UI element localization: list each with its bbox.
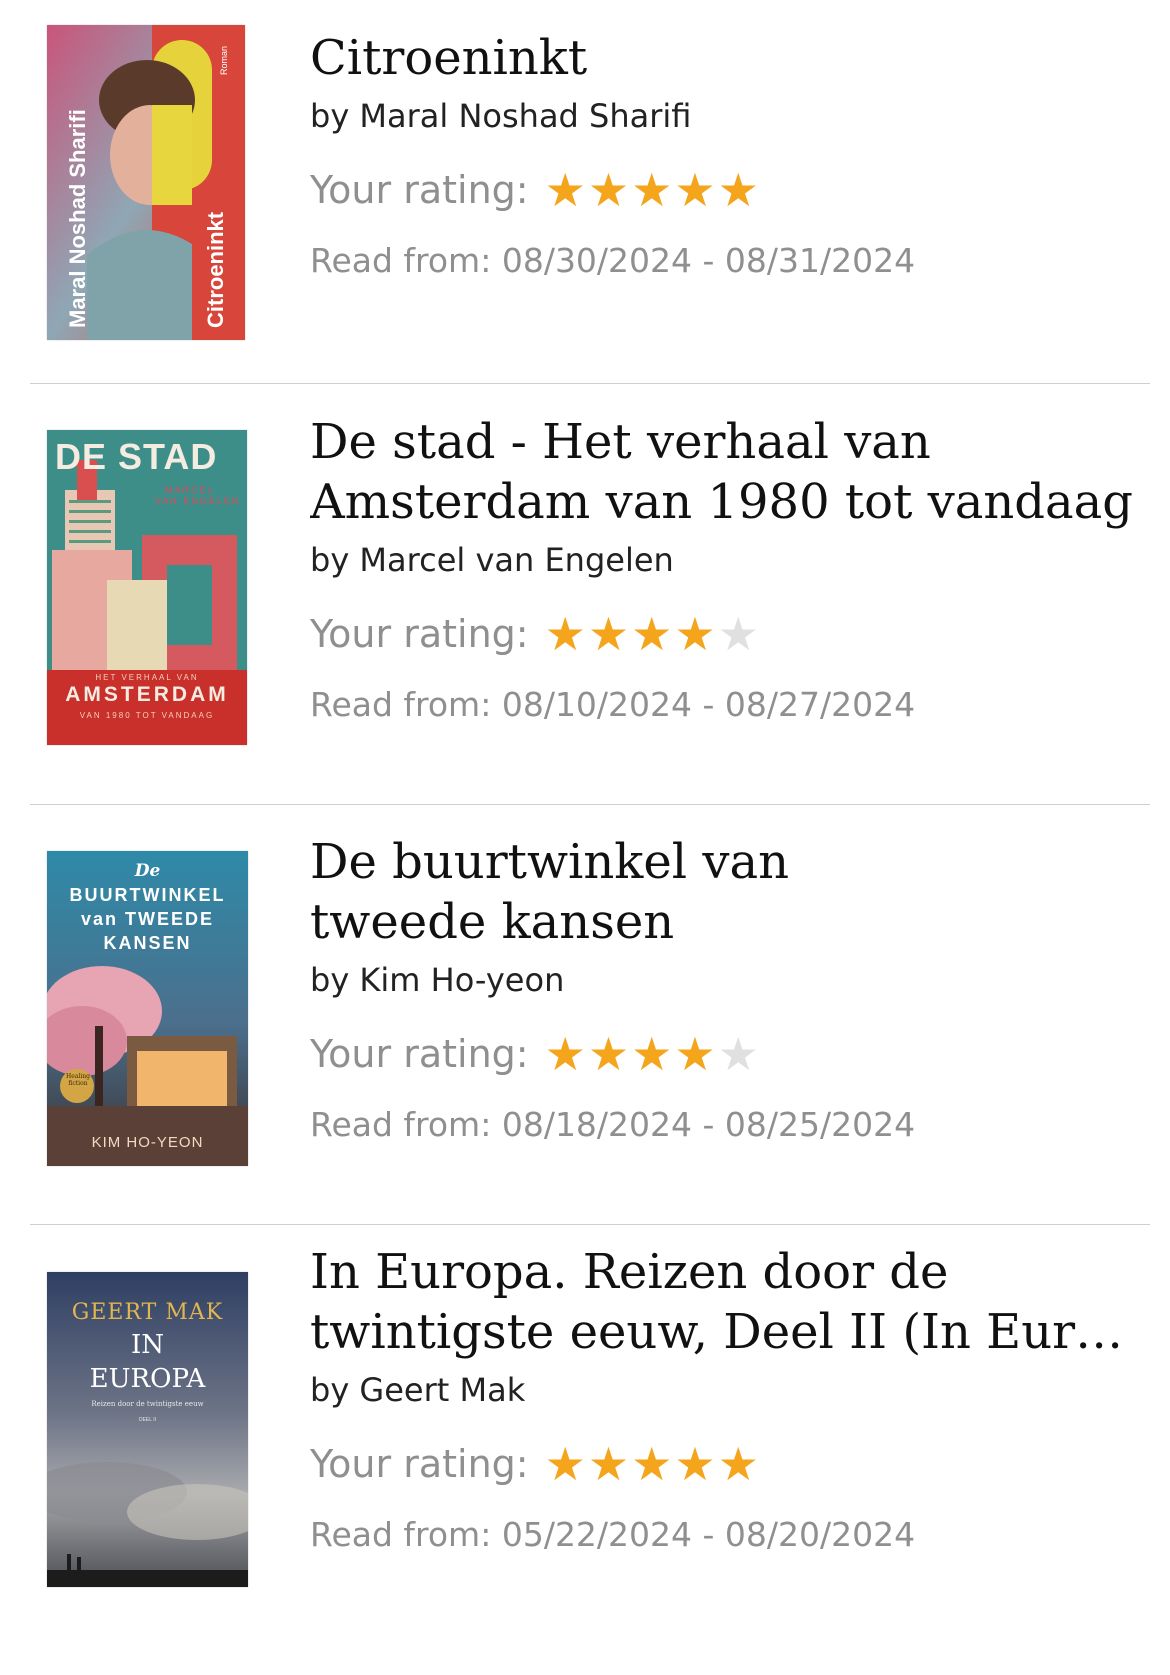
cover-sub2: VAN 1980 TOT VANDAAG: [79, 711, 215, 720]
read-from-dates: 08/30/2024 - 08/31/2024: [501, 241, 916, 280]
divider: [30, 804, 1150, 805]
cover-line3: van TWEEDE: [80, 909, 215, 929]
cover-author-line2: VAN ENGELEN: [155, 496, 241, 506]
list-item[interactable]: GEERT MAK IN EUROPA Reizen door de twint…: [0, 1226, 1170, 1675]
read-from-dates: 08/18/2024 - 08/25/2024: [501, 1105, 916, 1144]
book-info: Citroeninkt by Maral Noshad Sharifi Your…: [310, 28, 1140, 282]
star-rating[interactable]: ★ ★ ★ ★ ★: [545, 1031, 761, 1077]
cover-author-text: Maral Noshad Sharifi: [65, 109, 90, 328]
book-title-line: Amsterdam van 1980 tot vandaag: [310, 474, 1133, 530]
cover-title-text: DE STAD: [55, 436, 218, 477]
rating-label: Your rating:: [310, 1442, 529, 1486]
star-rating[interactable]: ★ ★ ★ ★ ★: [545, 611, 761, 657]
cover-subtitle: Reizen door de twintigste eeuw: [91, 1400, 204, 1408]
book-cover[interactable]: DE STAD MARCEL VAN ENGELEN HET VERHAAL V…: [47, 430, 247, 745]
cover-line2: BUURTWINKEL: [69, 885, 226, 905]
book-info: De stad - Het verhaal van Amsterdam van …: [310, 412, 1140, 726]
book-title[interactable]: De buurtwinkel van tweede kansen: [310, 832, 1140, 952]
cover-tag-text: Roman: [219, 45, 229, 75]
book-title-line: In Europa. Reizen door de: [310, 1244, 949, 1300]
cover-city: AMSTERDAM: [65, 683, 229, 706]
star-filled-icon[interactable]: ★: [545, 1031, 586, 1077]
read-from-dates: 08/10/2024 - 08/27/2024: [501, 685, 916, 724]
star-filled-icon[interactable]: ★: [631, 1031, 672, 1077]
cover-title-text: Citroeninkt: [203, 211, 228, 328]
book-title-line: De buurtwinkel van: [310, 834, 790, 890]
list-item[interactable]: De BUURTWINKEL van TWEEDE KANSEN Healing…: [0, 806, 1170, 1226]
book-title[interactable]: Citroeninkt: [310, 28, 1140, 88]
read-from-label: Read from:: [310, 685, 492, 724]
star-filled-icon[interactable]: ★: [545, 1441, 586, 1487]
star-rating[interactable]: ★ ★ ★ ★ ★: [545, 167, 761, 213]
star-filled-icon[interactable]: ★: [588, 611, 629, 657]
rating-label: Your rating:: [310, 612, 529, 656]
cover-author-line1: MARCEL: [165, 485, 215, 495]
star-filled-icon[interactable]: ★: [545, 167, 586, 213]
book-title-line: De stad - Het verhaal van: [310, 414, 931, 470]
book-info: De buurtwinkel van tweede kansen by Kim …: [310, 832, 1140, 1146]
book-title[interactable]: In Europa. Reizen door de twintigste eeu…: [310, 1242, 1140, 1362]
star-empty-icon[interactable]: ★: [718, 1031, 759, 1077]
book-title[interactable]: De stad - Het verhaal van Amsterdam van …: [310, 412, 1140, 532]
rating-row: Your rating: ★ ★ ★ ★ ★: [310, 1030, 1140, 1078]
read-dates: Read from: 08/10/2024 - 08/27/2024: [310, 684, 1140, 726]
divider: [30, 1224, 1150, 1225]
star-filled-icon[interactable]: ★: [674, 1031, 715, 1077]
rating-row: Your rating: ★ ★ ★ ★ ★: [310, 166, 1140, 214]
star-rating[interactable]: ★ ★ ★ ★ ★: [545, 1441, 761, 1487]
cover-author-text: KIM HO-YEON: [91, 1134, 204, 1151]
book-cover[interactable]: Maral Noshad Sharifi Citroeninkt Roman: [47, 25, 245, 340]
star-empty-icon[interactable]: ★: [718, 611, 759, 657]
cover-title2: EUROPA: [89, 1364, 206, 1394]
divider: [30, 383, 1150, 384]
book-author[interactable]: by Marcel van Engelen: [310, 540, 1140, 580]
star-filled-icon[interactable]: ★: [718, 1441, 759, 1487]
cover-author-text: GEERT MAK: [71, 1300, 224, 1325]
star-filled-icon[interactable]: ★: [718, 167, 759, 213]
rating-row: Your rating: ★ ★ ★ ★ ★: [310, 1440, 1140, 1488]
star-filled-icon[interactable]: ★: [631, 167, 672, 213]
book-info: In Europa. Reizen door de twintigste eeu…: [310, 1242, 1140, 1556]
cover-title1: IN: [130, 1330, 165, 1360]
read-from-dates: 05/22/2024 - 08/20/2024: [501, 1515, 916, 1554]
star-filled-icon[interactable]: ★: [674, 167, 715, 213]
book-author[interactable]: by Geert Mak: [310, 1370, 1140, 1410]
read-from-label: Read from:: [310, 1515, 492, 1554]
star-filled-icon[interactable]: ★: [631, 611, 672, 657]
book-title-line: twintigste eeuw, Deel II (In Euro…: [310, 1304, 1140, 1360]
book-title-line: tweede kansen: [310, 894, 675, 950]
cover-volume: DEEL II: [138, 1417, 157, 1423]
book-author[interactable]: by Kim Ho-yeon: [310, 960, 1140, 1000]
list-item[interactable]: DE STAD MARCEL VAN ENGELEN HET VERHAAL V…: [0, 385, 1170, 805]
rating-row: Your rating: ★ ★ ★ ★ ★: [310, 610, 1140, 658]
read-from-label: Read from:: [310, 241, 492, 280]
cover-line1: De: [134, 861, 161, 881]
star-filled-icon[interactable]: ★: [545, 611, 586, 657]
read-dates: Read from: 08/18/2024 - 08/25/2024: [310, 1104, 1140, 1146]
star-filled-icon[interactable]: ★: [674, 1441, 715, 1487]
read-dates: Read from: 08/30/2024 - 08/31/2024: [310, 240, 1140, 282]
rating-label: Your rating:: [310, 1032, 529, 1076]
cover-badge: Healing fiction: [66, 1073, 90, 1087]
star-filled-icon[interactable]: ★: [631, 1441, 672, 1487]
list-item[interactable]: Maral Noshad Sharifi Citroeninkt Roman C…: [0, 0, 1170, 385]
read-from-label: Read from:: [310, 1105, 492, 1144]
book-cover[interactable]: De BUURTWINKEL van TWEEDE KANSEN Healing…: [47, 851, 248, 1166]
star-filled-icon[interactable]: ★: [674, 611, 715, 657]
star-filled-icon[interactable]: ★: [588, 167, 629, 213]
book-cover[interactable]: GEERT MAK IN EUROPA Reizen door de twint…: [47, 1272, 248, 1587]
read-dates: Read from: 05/22/2024 - 08/20/2024: [310, 1514, 1140, 1556]
cover-line4: KANSEN: [103, 933, 192, 953]
rating-label: Your rating:: [310, 168, 529, 212]
star-filled-icon[interactable]: ★: [588, 1031, 629, 1077]
star-filled-icon[interactable]: ★: [588, 1441, 629, 1487]
book-author[interactable]: by Maral Noshad Sharifi: [310, 96, 1140, 136]
cover-sub1: HET VERHAAL VAN: [95, 673, 199, 682]
